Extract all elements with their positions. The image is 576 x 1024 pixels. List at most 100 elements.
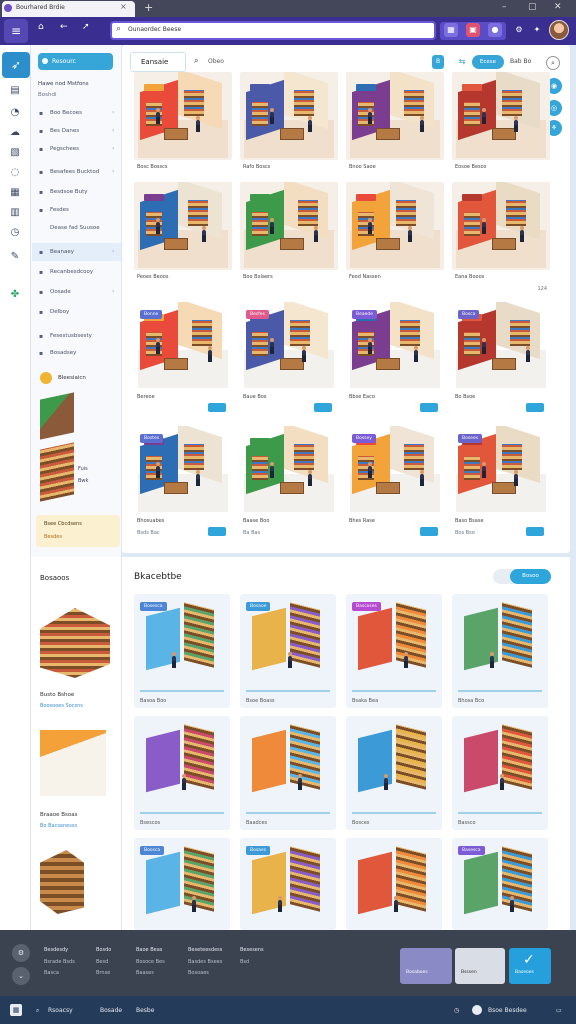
chevron-down-icon[interactable]: ⌄: [12, 967, 30, 985]
card-action-tag[interactable]: [420, 527, 438, 536]
home-icon[interactable]: ⌂: [38, 22, 44, 32]
store-card[interactable]: Eosoe Besos: [452, 72, 550, 190]
sort-dropdown[interactable]: Bab Bo: [510, 58, 531, 65]
sidebar-item-1[interactable]: ▪ Boo Becoes ›: [32, 104, 121, 122]
footer-link[interactable]: Bsrade Bsds: [44, 959, 75, 965]
offer-banner[interactable]: [36, 515, 120, 547]
walk-icon[interactable]: ➚: [82, 22, 90, 32]
menu-button[interactable]: ≡: [4, 19, 28, 43]
footer-link[interactable]: Basdes Bsees: [188, 959, 222, 965]
clock-icon[interactable]: ◷: [8, 226, 22, 240]
card-action-tag[interactable]: [526, 403, 544, 412]
store-card[interactable]: Bossey Bhes Rase: [346, 426, 444, 544]
calendar-icon[interactable]: ▦: [444, 23, 458, 37]
shop-card[interactable]: Bosaes: [240, 838, 336, 930]
search-icon[interactable]: ⌕: [194, 56, 198, 66]
sidebar-item-10[interactable]: ▪ Oosade ›: [32, 283, 121, 301]
settings-icon[interactable]: ⚙: [512, 23, 526, 37]
leaf-icon[interactable]: ✤: [8, 288, 22, 302]
more-icon[interactable]: ⌕: [546, 56, 560, 70]
store-card[interactable]: Bostes Bhosuabes Bsds Bac: [134, 426, 232, 544]
shop-card[interactable]: Bassco: [452, 716, 548, 830]
store-card[interactable]: Eana Booos 124: [452, 182, 550, 300]
layout-button[interactable]: B: [432, 55, 444, 69]
card-action-tag[interactable]: [526, 527, 544, 536]
shop-card[interactable]: Boosca: [134, 838, 230, 930]
close-window-button[interactable]: ✕: [554, 2, 562, 12]
back-icon[interactable]: ←: [60, 22, 68, 32]
tab-close-icon[interactable]: ×: [120, 2, 127, 11]
footer-link[interactable]: Bosoce Bes: [136, 959, 165, 965]
card-action-tag[interactable]: [314, 403, 332, 412]
footer-link[interactable]: Besd: [96, 959, 108, 965]
left-promo-sub-1[interactable]: Boosooes Socsns: [40, 703, 83, 709]
left-promo-sub-2[interactable]: Bo Bacsanesss: [40, 823, 77, 829]
store-card[interactable]: Baase Boo Ba Bas: [240, 426, 338, 544]
shop-card[interactable]: Basesca: [452, 838, 548, 930]
footer-button-1[interactable]: Bosaboes: [400, 948, 452, 984]
puzzle-icon[interactable]: ✦: [530, 23, 544, 37]
network-icon[interactable]: [472, 1005, 482, 1015]
settings-icon[interactable]: ⚙: [12, 944, 30, 962]
store-card[interactable]: Bosc Bosscs: [134, 72, 232, 190]
chart-icon[interactable]: ◔: [8, 106, 22, 120]
calendar-icon[interactable]: ▦: [8, 186, 22, 200]
start-icon[interactable]: ▦: [10, 1004, 22, 1016]
sort-label[interactable]: Obeo: [208, 58, 224, 65]
taskbar-item-2[interactable]: Bosade: [100, 1007, 122, 1014]
store-card[interactable]: Rafo Boscs: [240, 72, 338, 190]
sidebar-item-3[interactable]: ▪ Pegschees ›: [32, 140, 121, 158]
store-card[interactable]: Beaede Bbse Eaco: [346, 302, 444, 420]
card-action-tag[interactable]: [420, 403, 438, 412]
sidebar-item-2[interactable]: ▪ Bes Danes ›: [32, 122, 121, 140]
shop-card[interactable]: Bosesca Basoa Boo: [134, 594, 230, 708]
avatar[interactable]: [549, 20, 569, 40]
footer-link[interactable]: Brnse: [96, 970, 110, 976]
store-card[interactable]: Feod Nassen: [346, 182, 444, 300]
lock-icon[interactable]: ▣: [466, 23, 480, 37]
card-action-tag[interactable]: [208, 527, 226, 536]
sidebar-item-9[interactable]: ▪ Recanbesdcooy: [32, 263, 121, 281]
rocket-icon[interactable]: ➶: [2, 52, 30, 78]
shop-card[interactable]: Bascoses Bsaka Bea: [346, 594, 442, 708]
document-icon[interactable]: ▤: [8, 84, 22, 98]
image-icon[interactable]: ▧: [8, 146, 22, 160]
footer-button-3[interactable]: ✓ Baseoes: [509, 948, 551, 984]
maximize-button[interactable]: ▢: [528, 2, 537, 12]
footer-link[interactable]: Basca: [44, 970, 59, 976]
store-card[interactable]: Bnoo Saoe: [346, 72, 444, 190]
shop-card[interactable]: Bosaoe Bsoe Boass: [240, 594, 336, 708]
sidebar-item-5[interactable]: ▪ Besdsoe Buty: [32, 183, 121, 201]
footer-link[interactable]: Bsd: [240, 959, 249, 965]
store-card[interactable]: Boo Bxlaers: [240, 182, 338, 300]
store-card[interactable]: Bosees Baso Bsase Bos Bso: [452, 426, 550, 544]
shop-card[interactable]: Baadces: [240, 716, 336, 830]
sidebar-item-12[interactable]: ▪ Fesestusbsesty: [32, 327, 121, 345]
pen-icon[interactable]: ✎: [8, 250, 22, 264]
store-card[interactable]: Bosca Bo Bsoe: [452, 302, 550, 420]
shop-card[interactable]: Bosces: [346, 716, 442, 830]
gift-icon[interactable]: ▥: [8, 206, 22, 220]
store-card[interactable]: Peoes Beoos: [134, 182, 232, 300]
address-text[interactable]: Ounaordec Beese: [128, 26, 181, 33]
footer-button-2[interactable]: Bsssen: [455, 948, 505, 984]
sidebar-item-7[interactable]: Dease fad Suusoe: [32, 219, 121, 237]
chat-icon[interactable]: ◌: [8, 166, 22, 180]
footer-link[interactable]: Baases: [136, 970, 154, 976]
footer-link[interactable]: Bosoaes: [188, 970, 209, 976]
taskbar-search-icon[interactable]: ⌕: [36, 1007, 39, 1015]
sidebar-item-6[interactable]: ▪ Fesdes: [32, 201, 121, 219]
sidebar-item-11[interactable]: ▪ Delboy: [32, 303, 121, 321]
offer-link[interactable]: Besdes: [44, 534, 62, 540]
shop-card[interactable]: Bhosa Bco: [452, 594, 548, 708]
sidebar-item-4[interactable]: ▪ Besafees Bucktod ›: [32, 163, 121, 181]
cloud-icon[interactable]: ☁: [8, 126, 22, 140]
store-card[interactable]: Bonne Bereoe: [134, 302, 232, 420]
sidebar-item-13[interactable]: ▪ Bosadsey: [32, 344, 121, 362]
shop-card[interactable]: [346, 838, 442, 930]
new-tab-button[interactable]: +: [144, 1, 153, 14]
filter-icon[interactable]: ⇆: [456, 55, 468, 69]
explore-button[interactable]: Ecese: [472, 55, 504, 69]
taskbar-item-1[interactable]: Rsoacsy: [48, 1007, 73, 1014]
card-action-tag[interactable]: [208, 403, 226, 412]
